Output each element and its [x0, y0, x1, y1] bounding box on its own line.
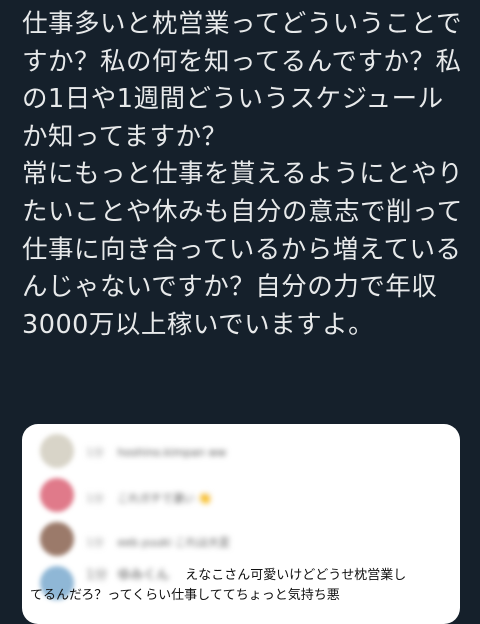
comment-user: ゆみくん — [117, 568, 170, 583]
comment-text: ww — [208, 446, 227, 459]
comment-row: 1分 eeb.yuuki これは大変 — [22, 520, 460, 566]
comment-text: てるんだろ？ってくらい仕事しててちょっと気持ち悪 — [30, 588, 340, 603]
comment-time: 1分 — [86, 536, 104, 549]
avatar — [40, 522, 74, 556]
comment-row: 1分 これガチで凄い 👏 — [22, 474, 460, 520]
comment-text: 👏 — [198, 492, 212, 505]
comment-time: 1分 — [86, 446, 104, 459]
comment-text: えなこさん可愛いけどどうせ枕営業し — [185, 568, 407, 583]
comment-time: 1分 — [86, 492, 104, 505]
comment-user: eeb.yuuki — [117, 536, 172, 549]
comment-meta: 1分 eeb.yuuki これは大変 — [86, 534, 230, 550]
avatar — [40, 434, 74, 468]
comment-time: 1分 — [86, 568, 108, 583]
comment-user: これガチで凄い — [117, 492, 195, 505]
comments-screenshot-card: 1分 hoshino.kimpan ww 1分 これガチで凄い 👏 1分 eeb… — [22, 424, 460, 624]
comment-user: hoshino.kimpan — [117, 446, 205, 459]
comment-meta: 1分 hoshino.kimpan ww — [86, 444, 226, 460]
avatar — [40, 478, 74, 512]
tweet-text: 仕事多いと枕営業ってどういうことですか？私の何を知ってるんですか？私の1日や1週… — [22, 9, 464, 340]
comment-text: これは大変 — [174, 536, 230, 549]
comment-row: 1分 hoshino.kimpan ww — [22, 428, 460, 474]
comment-meta: 1分 これガチで凄い 👏 — [86, 490, 212, 506]
comment-row: 1分 ゆみくん えなこさん可愛いけどどうせ枕営業し てるんだろ？ってくらい仕事してて… — [30, 566, 446, 606]
